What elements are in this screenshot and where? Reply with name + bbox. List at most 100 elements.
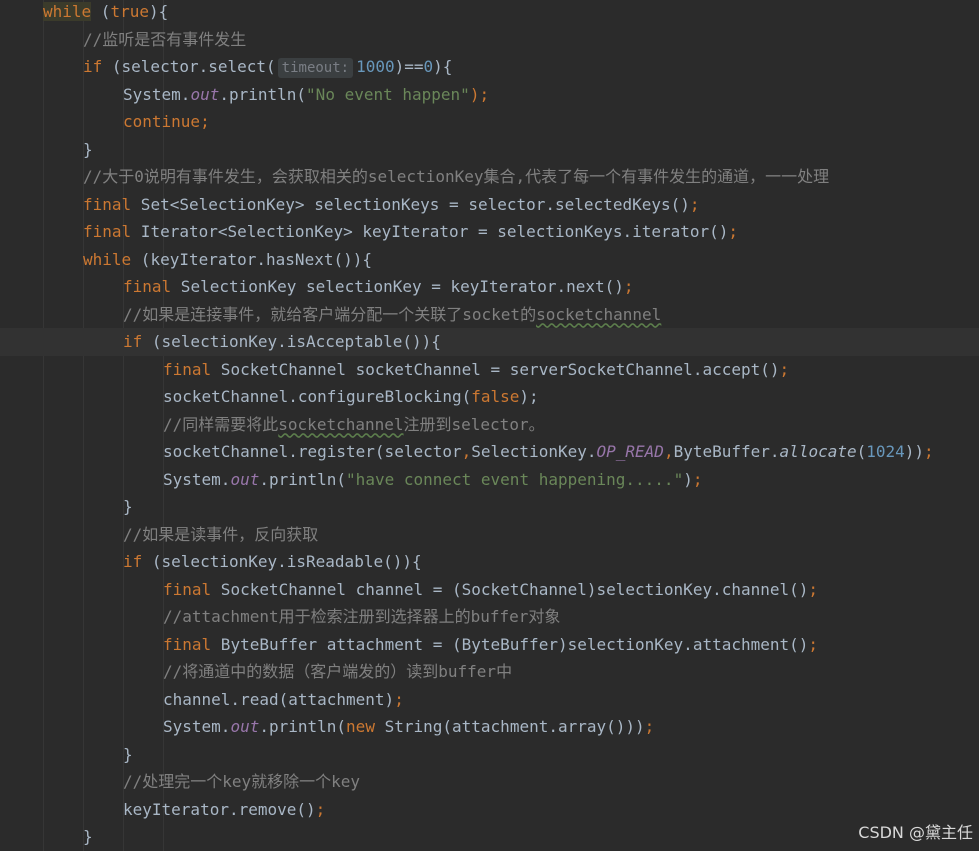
code-line[interactable]: //大于0说明有事件发生，会获取相关的selectionKey集合,代表了每一个… xyxy=(0,163,979,191)
code-token: out xyxy=(230,717,260,736)
code-token: continue xyxy=(123,112,201,131)
code-token: ; xyxy=(692,469,703,489)
code-token: 注册到selector。 xyxy=(403,414,545,434)
code-line[interactable]: if (selector.select(timeout: 1000)==0){ xyxy=(0,53,979,81)
code-token: ; xyxy=(644,717,655,736)
code-token: //如果是连接事件，就给客户端分配一个关联了socket的 xyxy=(123,304,537,324)
code-line[interactable]: System.out.println("have connect event h… xyxy=(0,466,979,494)
code-token: ; xyxy=(394,689,404,709)
code-token: } xyxy=(123,744,133,764)
code-token: //将通道中的数据（客户端发的）读到buffer中 xyxy=(163,662,513,681)
code-token: SelectionKey selectionKey = keyIterator.… xyxy=(171,277,624,296)
code-line[interactable]: //同样需要将此socketchannel注册到selector。 xyxy=(0,411,979,439)
code-token: } xyxy=(123,497,133,516)
code-token: final xyxy=(83,194,132,214)
code-token: if xyxy=(123,332,143,351)
code-line[interactable]: socketChannel.configureBlocking(false); xyxy=(0,383,979,411)
code-token: } xyxy=(83,827,93,846)
code-token: ) xyxy=(683,469,693,489)
code-token: (keyIterator.hasNext()){ xyxy=(131,249,372,269)
code-token: socketchannel xyxy=(278,414,404,434)
code-token: socketChannel.configureBlocking( xyxy=(163,387,472,406)
code-line[interactable]: socketChannel.register(selector,Selectio… xyxy=(0,438,979,466)
code-token: ; xyxy=(689,194,700,214)
code-token: .println( xyxy=(259,469,347,489)
code-token: //同样需要将此 xyxy=(163,414,279,434)
code-line[interactable]: } xyxy=(0,741,979,769)
code-token: //attachment用于检索注册到选择器上的buffer对象 xyxy=(163,607,561,626)
code-line[interactable]: final SelectionKey selectionKey = keyIte… xyxy=(0,273,979,301)
code-line[interactable]: while (keyIterator.hasNext()){ xyxy=(0,246,979,274)
code-token: , xyxy=(461,442,472,461)
code-token: .println( xyxy=(259,717,347,736)
code-line[interactable]: } xyxy=(0,136,979,164)
code-token: SocketChannel socketChannel = serverSock… xyxy=(211,359,780,379)
code-line[interactable]: continue; xyxy=(0,108,979,136)
code-token: (selectionKey.isReadable()){ xyxy=(142,552,422,571)
code-token: while xyxy=(83,249,132,269)
code-line[interactable]: final Set<SelectionKey> selectionKeys = … xyxy=(0,191,979,219)
code-line[interactable]: if (selectionKey.isAcceptable()){ xyxy=(0,328,979,356)
code-token: String(attachment.array())) xyxy=(374,717,645,736)
code-token: socketChannel.register(selector xyxy=(163,442,462,461)
code-line[interactable]: //监听是否有事件发生 xyxy=(0,26,979,54)
code-line[interactable]: while (true){ xyxy=(0,0,979,26)
code-token: } xyxy=(83,139,93,159)
code-token: ){ xyxy=(433,57,453,76)
code-line[interactable]: } xyxy=(0,823,979,851)
code-token: )) xyxy=(904,442,925,461)
code-line[interactable]: //如果是读事件，反向获取 xyxy=(0,521,979,549)
code-line[interactable]: final Iterator<SelectionKey> keyIterator… xyxy=(0,218,979,246)
code-token: ); xyxy=(469,84,490,104)
code-line[interactable]: final SocketChannel channel = (SocketCha… xyxy=(0,576,979,604)
code-token: .println( xyxy=(219,84,307,104)
code-line[interactable]: System.out.println("No event happen"); xyxy=(0,81,979,109)
code-line[interactable]: //处理完一个key就移除一个key xyxy=(0,768,979,796)
code-token: final xyxy=(163,579,212,599)
code-token: keyIterator.remove() xyxy=(123,799,316,819)
code-token: false xyxy=(471,387,520,406)
code-token: , xyxy=(663,442,674,461)
code-line[interactable]: } xyxy=(0,493,979,521)
code-token: Set<SelectionKey> selectionKeys = select… xyxy=(131,194,690,214)
code-token: System. xyxy=(163,469,231,489)
code-token: ){ xyxy=(148,2,169,21)
code-token: ; xyxy=(924,442,934,461)
code-token: if xyxy=(83,57,103,76)
parameter-hint: timeout: xyxy=(277,58,354,78)
code-token: while xyxy=(43,2,92,21)
code-token: ; xyxy=(623,277,634,296)
code-token: //处理完一个key就移除一个key xyxy=(123,772,361,791)
code-token: true xyxy=(110,2,149,21)
code-editor[interactable]: while (true){//监听是否有事件发生 if (selector.sel… xyxy=(0,0,979,851)
code-line[interactable]: System.out.println(new String(attachment… xyxy=(0,713,979,741)
code-token: new xyxy=(346,717,375,736)
code-token: ByteBuffer attachment = (ByteBuffer)sele… xyxy=(211,634,809,654)
watermark: CSDN @黛主任 xyxy=(858,823,973,842)
code-token: ); xyxy=(519,387,539,406)
code-token: socketchannel xyxy=(536,304,662,324)
code-token: ByteBuffer. xyxy=(673,442,780,461)
code-token: final xyxy=(163,634,212,654)
code-token: (selector.select( xyxy=(102,57,276,76)
code-line[interactable]: final SocketChannel socketChannel = serv… xyxy=(0,356,979,384)
code-token: final xyxy=(123,277,172,296)
code-line[interactable]: //如果是连接事件，就给客户端分配一个关联了socket的socketchann… xyxy=(0,301,979,329)
code-token: //如果是读事件，反向获取 xyxy=(123,524,319,544)
code-token: ; xyxy=(728,222,739,241)
code-token: (selectionKey.isAcceptable()){ xyxy=(142,332,441,351)
code-token: ; xyxy=(315,799,326,819)
code-token: ( xyxy=(856,442,867,461)
code-token: System. xyxy=(163,717,231,736)
code-token: ; xyxy=(200,112,210,131)
code-line[interactable]: final ByteBuffer attachment = (ByteBuffe… xyxy=(0,631,979,659)
code-token: SocketChannel channel = (SocketChannel)s… xyxy=(211,579,809,599)
code-token: OP_READ xyxy=(596,442,664,461)
code-line[interactable]: keyIterator.remove(); xyxy=(0,796,979,824)
code-token: if xyxy=(123,552,143,571)
code-line[interactable]: //attachment用于检索注册到选择器上的buffer对象 xyxy=(0,603,979,631)
code-token: //监听是否有事件发生 xyxy=(83,29,247,49)
code-line[interactable]: if (selectionKey.isReadable()){ xyxy=(0,548,979,576)
code-line[interactable]: channel.read(attachment); xyxy=(0,686,979,714)
code-line[interactable]: //将通道中的数据（客户端发的）读到buffer中 xyxy=(0,658,979,686)
